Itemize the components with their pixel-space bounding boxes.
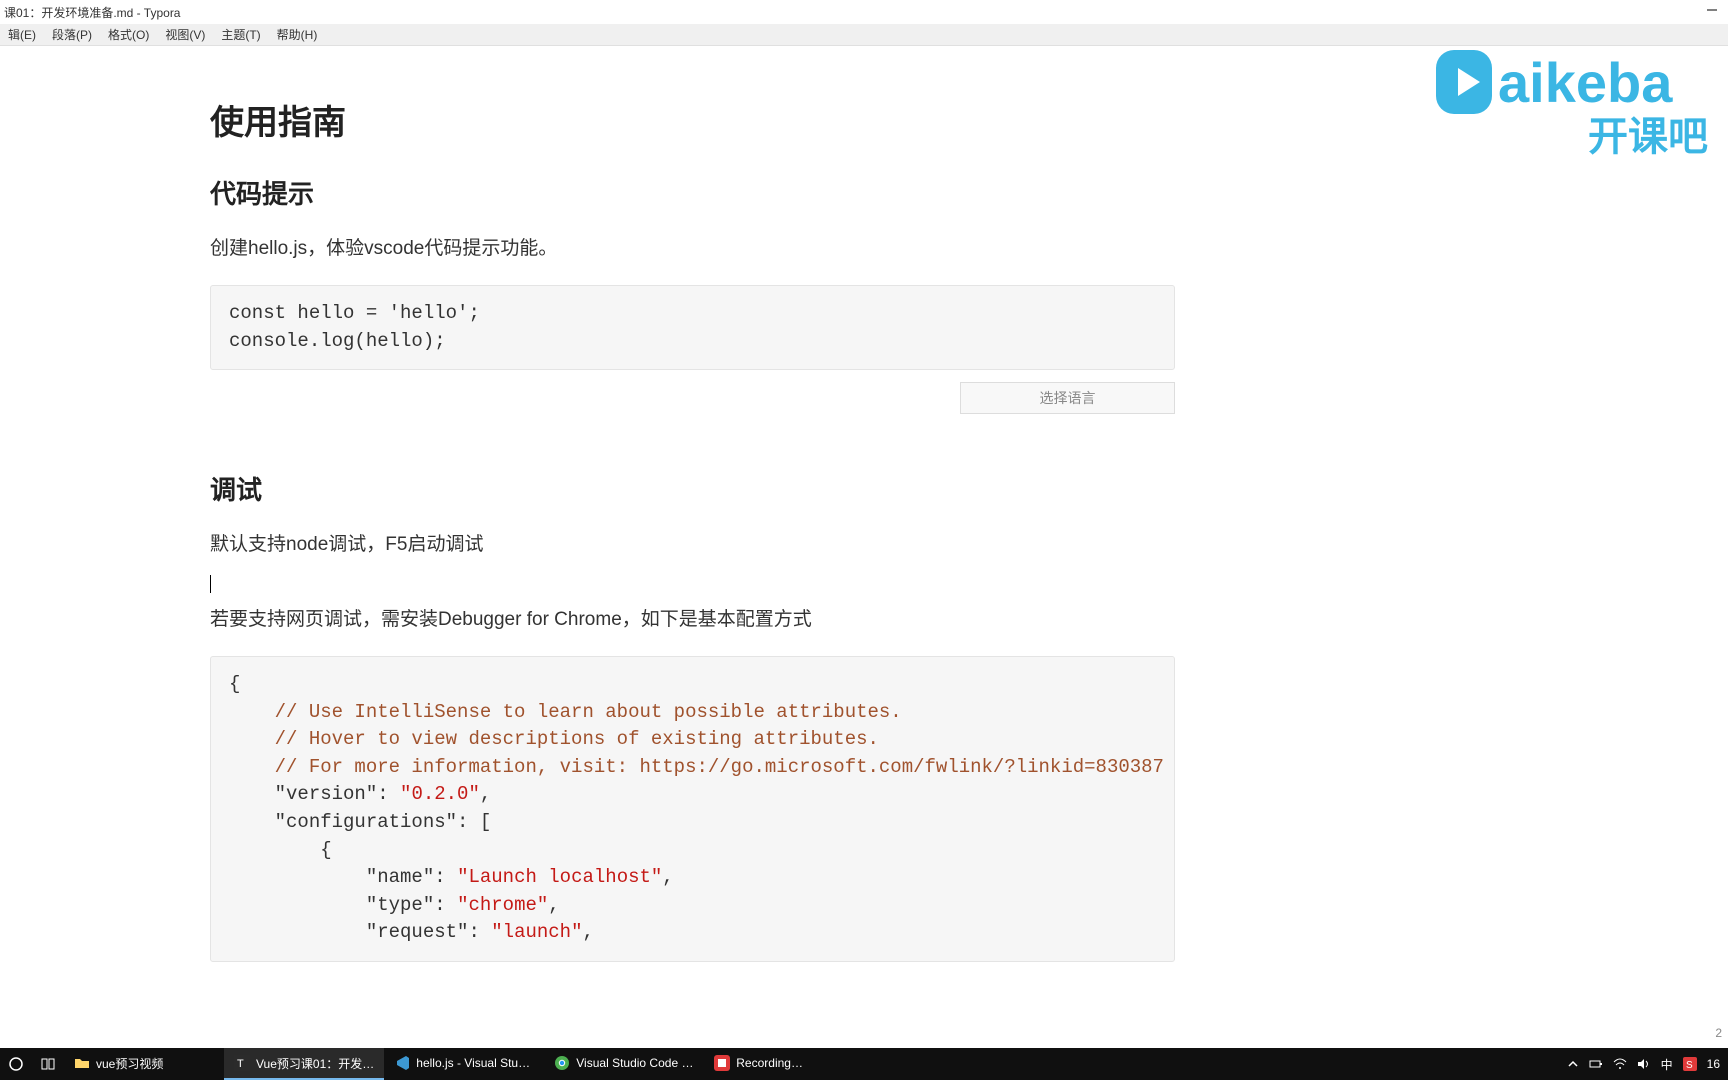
chrome-icon: [554, 1055, 570, 1071]
svg-text:S: S: [1686, 1060, 1693, 1071]
system-tray: 中 S 16: [1567, 1056, 1728, 1073]
heading-usage-guide: 使用指南: [210, 95, 1175, 144]
vscode-icon: [394, 1055, 410, 1071]
minimize-button[interactable]: [1706, 4, 1718, 16]
taskbar-app-label: vue预习视频: [96, 1055, 163, 1072]
taskbar-app-label: Visual Studio Code …: [576, 1056, 693, 1070]
paragraph-debug-1: 默认支持node调试，F5启动调试: [210, 529, 1175, 561]
document-editor[interactable]: 使用指南 代码提示 创建hello.js，体验vscode代码提示功能。 con…: [210, 95, 1175, 970]
windows-taskbar: vue预习视频 T Vue预习课01：开发… hello.js - Visual…: [0, 1048, 1728, 1080]
tray-sogou-icon[interactable]: S: [1683, 1057, 1697, 1071]
menu-theme[interactable]: 主题(T): [213, 24, 268, 45]
brand-logo: aikeba 开课吧: [1428, 32, 1728, 162]
svg-text:开课吧: 开课吧: [1588, 114, 1708, 159]
menu-paragraph[interactable]: 段落(P): [44, 24, 100, 45]
code-block-launch-json[interactable]: { // Use IntelliSense to learn about pos…: [210, 656, 1175, 961]
taskbar-app-label: hello.js - Visual Stu…: [416, 1056, 530, 1070]
taskbar-app-chrome[interactable]: Visual Studio Code …: [544, 1048, 704, 1080]
text-cursor: [210, 575, 211, 593]
language-select-label: 选择语言: [1040, 388, 1096, 408]
heading-code-hint: 代码提示: [210, 174, 1175, 211]
tray-power-icon[interactable]: [1589, 1058, 1603, 1070]
heading-debug: 调试: [210, 470, 1175, 507]
taskbar-app-label: Recording…: [736, 1056, 803, 1070]
taskbar-app-typora[interactable]: T Vue预习课01：开发…: [224, 1048, 384, 1080]
tray-volume-icon[interactable]: [1637, 1058, 1651, 1070]
tray-ime[interactable]: 中: [1661, 1056, 1673, 1073]
folder-icon: [74, 1055, 90, 1071]
taskbar-app-recorder[interactable]: Recording…: [704, 1048, 864, 1080]
cortana-icon: [8, 1056, 24, 1072]
start-button[interactable]: [0, 1048, 32, 1080]
task-view-button[interactable]: [32, 1048, 64, 1080]
tray-chevron-up-icon[interactable]: [1567, 1058, 1579, 1070]
svg-text:T: T: [237, 1058, 244, 1070]
language-select[interactable]: 选择语言: [960, 382, 1175, 414]
task-view-icon: [40, 1056, 56, 1072]
code-block-hello[interactable]: const hello = 'hello'; console.log(hello…: [210, 285, 1175, 370]
taskbar-app-explorer[interactable]: vue预习视频: [64, 1048, 224, 1080]
window-title: 课01：开发环境准备.md - Typora: [4, 4, 181, 21]
paragraph-debug-2: 若要支持网页调试，需安装Debugger for Chrome，如下是基本配置方…: [210, 604, 1175, 636]
tray-clock[interactable]: 16: [1707, 1057, 1720, 1071]
recorder-icon: [714, 1055, 730, 1071]
svg-text:aikeba: aikeba: [1498, 51, 1673, 114]
tray-wifi-icon[interactable]: [1613, 1058, 1627, 1070]
page-indicator: 2: [1715, 1026, 1722, 1040]
taskbar-app-label: Vue预习课01：开发…: [256, 1055, 374, 1072]
menu-view[interactable]: 视图(V): [157, 24, 213, 45]
window-titlebar: 课01：开发环境准备.md - Typora: [0, 0, 1728, 24]
menu-help[interactable]: 帮助(H): [269, 24, 326, 45]
paragraph-code-intro: 创建hello.js，体验vscode代码提示功能。: [210, 233, 1175, 265]
taskbar-app-vscode[interactable]: hello.js - Visual Stu…: [384, 1048, 544, 1080]
typora-icon: T: [234, 1055, 250, 1071]
code-line: console.log(hello);: [229, 330, 446, 352]
code-line: const hello = 'hello';: [229, 302, 480, 324]
menu-edit[interactable]: 辑(E): [0, 24, 44, 45]
menu-format[interactable]: 格式(O): [100, 24, 157, 45]
